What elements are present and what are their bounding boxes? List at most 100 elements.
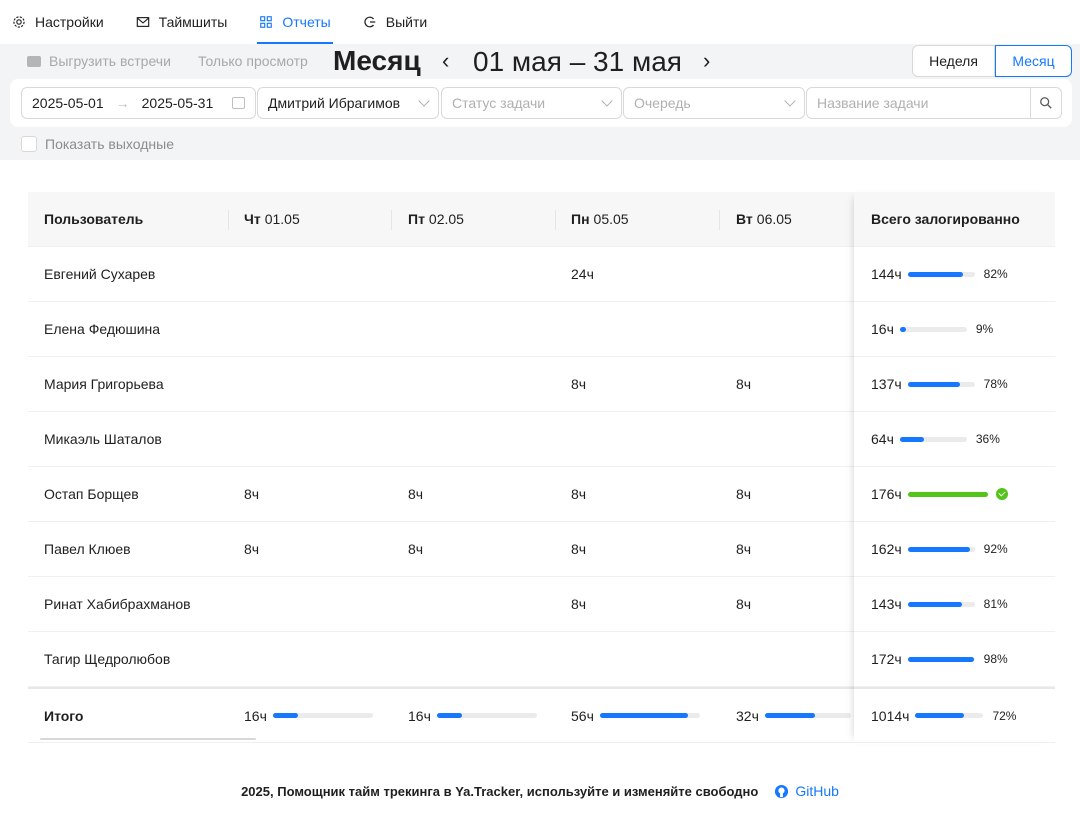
search-button[interactable] xyxy=(1030,87,1062,119)
grand-total: 1014ч 72% xyxy=(871,689,1016,742)
logout-icon xyxy=(364,16,375,28)
nav-settings-label: Настройки xyxy=(35,14,104,30)
next-period-button[interactable]: › xyxy=(703,48,710,74)
github-icon xyxy=(775,784,789,798)
progress-bar xyxy=(764,713,851,718)
total-cell: 137ч 78% xyxy=(871,357,1008,411)
show-weekends-label: Показать выходные xyxy=(45,136,174,152)
user-name: Остап Борщев xyxy=(44,486,139,502)
total-cell: 172ч 98% xyxy=(871,632,1008,686)
day-hours: 24ч xyxy=(571,266,594,282)
export-icon xyxy=(27,55,41,67)
grand-total-hours: 1014ч xyxy=(871,707,910,724)
progress-bar xyxy=(436,713,537,718)
nav-reports[interactable]: Отчеты xyxy=(257,0,334,44)
progress-bar xyxy=(907,381,975,387)
total-hours: 144ч xyxy=(871,266,902,282)
progress-bar xyxy=(272,713,373,718)
task-name-input[interactable]: Название задачи xyxy=(806,87,1031,119)
github-label: GitHub xyxy=(795,783,839,799)
prev-period-button[interactable]: ‹ xyxy=(442,48,449,74)
checkbox-icon[interactable] xyxy=(21,136,37,152)
month-button[interactable]: Месяц xyxy=(995,45,1072,77)
task-name-placeholder: Название задачи xyxy=(817,95,929,111)
percent-label: 98% xyxy=(983,652,1008,666)
readonly-toggle[interactable]: Только просмотр xyxy=(198,53,308,69)
chevron-down-icon xyxy=(784,95,796,107)
total-hours: 16ч xyxy=(871,321,894,337)
percent-label: 92% xyxy=(983,542,1008,556)
nav-settings[interactable]: Настройки xyxy=(12,0,104,44)
task-status-placeholder: Статус задачи xyxy=(452,95,546,111)
gear-icon xyxy=(13,16,25,28)
day-total: 56ч xyxy=(571,689,700,742)
progress-bar xyxy=(907,271,975,277)
horizontal-scrollbar[interactable] xyxy=(40,738,256,740)
table-row: Евгений Сухарев 24ч 144ч 82% xyxy=(28,247,1055,302)
search-icon xyxy=(1040,97,1052,109)
progress-bar xyxy=(899,326,967,332)
user-name: Евгений Сухарев xyxy=(44,266,156,282)
day-hours: 8ч xyxy=(408,486,424,502)
queue-placeholder: Очередь xyxy=(634,95,691,111)
total-hours: 176ч xyxy=(871,486,902,502)
export-meetings-button[interactable]: Выгрузить встречи xyxy=(27,53,171,69)
total-hours: 143ч xyxy=(871,596,902,612)
report-table: Пользователь Чт 01.05 Пт 02.05 Пн 05.05 Вт 0… xyxy=(28,192,1055,743)
day-hours: 8ч xyxy=(736,596,752,612)
date-to: 2025-05-31 xyxy=(141,95,214,111)
arrow-right-icon: → xyxy=(115,95,130,111)
week-button[interactable]: Неделя xyxy=(912,45,995,77)
total-cell: 16ч 9% xyxy=(871,302,993,356)
total-hours: 162ч xyxy=(871,541,902,557)
day-hours: 8ч xyxy=(408,541,424,557)
header-user[interactable]: Пользователь xyxy=(44,192,143,246)
day-hours: 8ч xyxy=(571,541,587,557)
nav-logout[interactable]: Выйти xyxy=(363,0,427,44)
progress-bar xyxy=(907,546,975,552)
totals-row: Итого 16ч 16ч 56ч 32ч 1014ч 72% xyxy=(28,687,1055,743)
table-row: Елена Федюшина 16ч 9% xyxy=(28,302,1055,357)
user-name: Микаэль Шаталов xyxy=(44,431,162,447)
nav-reports-label: Отчеты xyxy=(282,14,331,30)
total-hours: 172ч xyxy=(871,651,902,667)
total-cell: 176ч xyxy=(871,467,1008,521)
nav-logout-label: Выйти xyxy=(385,14,428,30)
day-hours: 8ч xyxy=(244,541,260,557)
day-total-hours: 16ч xyxy=(408,707,431,724)
mail-icon xyxy=(136,17,149,27)
show-weekends-checkbox[interactable]: Показать выходные xyxy=(21,136,174,152)
user-name: Мария Григорьева xyxy=(44,376,164,392)
user-name: Тагир Щедролюбов xyxy=(44,651,171,667)
table-row: Ринат Хабибрахманов 8ч 8ч 143ч 81% xyxy=(28,577,1055,632)
progress-bar xyxy=(907,601,975,607)
queue-select[interactable]: Очередь xyxy=(623,87,805,119)
day-hours: 8ч xyxy=(736,541,752,557)
date-range-title: 01 мая – 31 мая xyxy=(473,46,682,77)
date-range-picker[interactable]: 2025-05-01 → 2025-05-31 xyxy=(21,87,256,119)
date-from: 2025-05-01 xyxy=(32,95,104,111)
period-title: Месяц xyxy=(333,45,421,76)
table-row: Остап Борщев 8ч 8ч 8ч 8ч 176ч xyxy=(28,467,1055,522)
github-link[interactable]: GitHub xyxy=(774,783,839,799)
day-hours: 8ч xyxy=(736,486,752,502)
header-total[interactable]: Всего залогированно xyxy=(871,192,1020,246)
user-select[interactable]: Дмитрий Ибрагимов xyxy=(257,87,439,119)
nav-timesheets-label: Таймшиты xyxy=(158,14,228,30)
chevron-down-icon xyxy=(601,95,613,107)
table-row: Павел Клюев 8ч 8ч 8ч 8ч 162ч 92% xyxy=(28,522,1055,577)
chevron-down-icon xyxy=(418,95,430,107)
day-total-hours: 16ч xyxy=(244,707,267,724)
percent-label: 72% xyxy=(992,708,1017,723)
total-hours: 137ч xyxy=(871,376,902,392)
total-cell: 162ч 92% xyxy=(871,522,1008,576)
progress-bar xyxy=(907,656,975,662)
table-header: Пользователь Чт 01.05 Пт 02.05 Пн 05.05 Вт 0… xyxy=(28,192,1055,247)
grid-icon xyxy=(260,16,273,28)
header-day: Вт 06.05 xyxy=(736,211,792,227)
user-name: Ринат Хабибрахманов xyxy=(44,596,191,612)
nav-timesheets[interactable]: Таймшиты xyxy=(136,0,228,44)
calendar-icon xyxy=(232,97,245,109)
user-name: Павел Клюев xyxy=(44,541,131,557)
task-status-select[interactable]: Статус задачи xyxy=(441,87,622,119)
